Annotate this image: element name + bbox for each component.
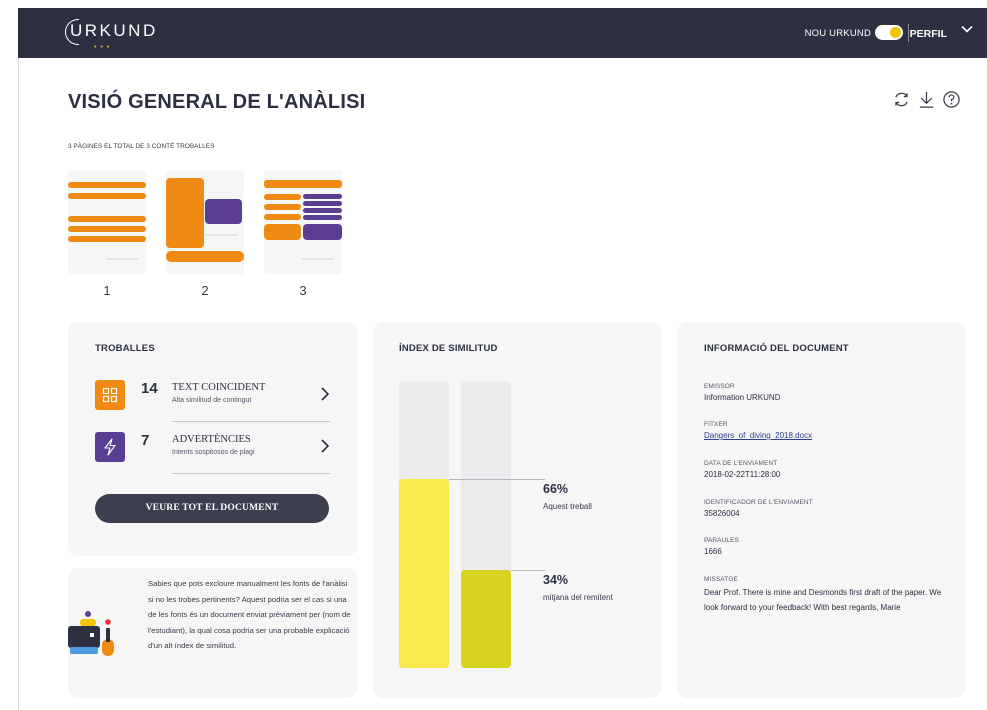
help-icon[interactable] — [942, 90, 961, 109]
finding-label: TEXT COINCIDENT — [172, 382, 266, 393]
finding-warnings[interactable]: 7 ADVERTÈNCIES Intents sospitosos de pla… — [95, 432, 335, 478]
row-divider — [172, 421, 330, 422]
finding-count: 7 — [141, 432, 150, 449]
similarity-title: ÍNDEX DE SIMILITUD — [399, 343, 498, 354]
warning-bar — [303, 201, 342, 206]
sender-average-reference-line — [511, 570, 545, 572]
page-thumbnail-3[interactable] — [264, 170, 342, 274]
warning-bar — [303, 215, 342, 220]
grid-icon — [95, 380, 125, 410]
text-line — [302, 258, 334, 260]
findings-title: TROBALLES — [95, 343, 155, 354]
words-label: PARAULES — [704, 537, 739, 544]
toggle-knob — [890, 27, 901, 38]
this-work-percent: 66% — [543, 481, 569, 496]
finding-description: Intents sospitosos de plagi — [172, 449, 255, 456]
finding-count: 14 — [141, 380, 158, 397]
logo-dots-icon: • • • — [94, 44, 111, 51]
page-thumbnail-1[interactable] — [68, 170, 146, 274]
new-urkund-toggle[interactable] — [875, 25, 903, 40]
match-bar — [68, 182, 146, 188]
submission-date-label: DATA DE L'ENVIAMENT — [704, 460, 778, 467]
message-value: Dear Prof. There is mine and Desmonds fi… — [704, 588, 942, 612]
pages-summary: 3 PÀGINES EL TOTAL DE 3 CONTÉ TROBALLES — [68, 143, 215, 150]
sender-average-bar — [461, 570, 511, 668]
text-line — [206, 234, 238, 236]
words-value: 1666 — [704, 547, 722, 556]
chevron-down-icon[interactable] — [961, 23, 973, 35]
warning-block — [303, 224, 342, 240]
document-info-title: INFORMACIÓ DEL DOCUMENT — [704, 343, 849, 354]
download-icon[interactable] — [917, 90, 936, 109]
row-divider — [172, 473, 330, 474]
top-bar: URKUND • • • NOU URKUND PERFIL — [18, 8, 987, 58]
match-block — [166, 178, 204, 248]
profile-menu[interactable]: PERFIL — [910, 28, 947, 40]
match-bar — [264, 214, 301, 220]
match-bar — [68, 226, 146, 232]
page-label-1: 1 — [103, 283, 111, 298]
submission-id-value: 35826004 — [704, 509, 740, 518]
new-urkund-label: NOU URKUND — [804, 28, 871, 39]
page-thumbnail-2[interactable] — [166, 170, 244, 274]
lightning-icon — [95, 432, 125, 462]
chevron-right-icon[interactable] — [319, 438, 331, 454]
match-bar — [68, 236, 146, 242]
page-title: VISIÓ GENERAL DE L'ANÀLISI — [68, 91, 366, 113]
finding-text-matches[interactable]: 14 TEXT COINCIDENT Alta similitud de con… — [95, 380, 335, 426]
match-bar — [264, 204, 301, 210]
refresh-icon[interactable] — [892, 90, 911, 109]
warning-block — [205, 199, 242, 224]
text-line — [106, 258, 138, 260]
sender-value: Information URKUND — [704, 393, 781, 402]
logo-text: URKUND — [70, 21, 158, 40]
sender-average-label: mitjana del remitent — [543, 593, 613, 603]
file-link[interactable]: Dangers_of_diving_2018.docx — [704, 431, 812, 440]
this-work-bar — [399, 478, 449, 668]
finding-description: Alta similitud de contingut — [172, 397, 252, 404]
page-label-3: 3 — [299, 283, 307, 298]
file-label: FITXER — [704, 421, 728, 428]
view-full-document-button[interactable]: VEURE TOT EL DOCUMENT — [95, 494, 329, 523]
sender-label: EMISSOR — [704, 383, 735, 390]
this-work-reference-line — [449, 478, 545, 480]
message-label: MISSATGE — [704, 576, 738, 583]
submission-date-value: 2018-02-22T11:28:00 — [704, 470, 781, 479]
chevron-right-icon[interactable] — [319, 386, 331, 402]
match-bar — [68, 216, 146, 222]
submission-id-label: IDENTIFICADOR DE L'ENVIAMENT — [704, 499, 813, 506]
match-bar — [166, 251, 244, 262]
page-label-2: 2 — [201, 283, 209, 298]
logo-arc-icon — [65, 19, 79, 45]
finding-label: ADVERTÈNCIES — [172, 434, 251, 445]
match-bar — [68, 193, 146, 199]
warning-bar — [303, 208, 342, 213]
tip-text: Sabies que pots excloure manualment les … — [148, 579, 351, 651]
this-work-label: Aquest treball — [543, 501, 592, 511]
sender-average-percent: 34% — [543, 573, 569, 588]
match-bar — [264, 194, 301, 200]
tip-card: Sabies que pots excloure manualment les … — [68, 568, 357, 698]
header-actions — [892, 90, 961, 109]
match-block — [264, 224, 301, 240]
warning-bar — [303, 194, 342, 199]
robot-icon — [68, 611, 114, 656]
match-bar — [264, 180, 342, 188]
urkund-logo[interactable]: URKUND • • • — [65, 19, 158, 51]
